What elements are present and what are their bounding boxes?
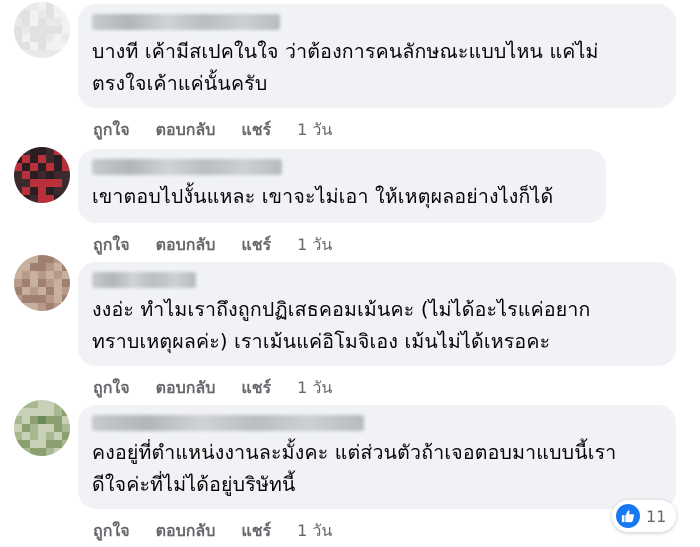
comment-timestamp[interactable]: 1 วัน [297, 118, 332, 143]
commenter-name[interactable] [92, 159, 282, 175]
comment-text: บางที เค้ามีสเปคในใจ ว่าต้องการคนลักษณะแ… [92, 40, 599, 95]
share-button[interactable]: แชร์ [241, 519, 271, 544]
reply-button[interactable]: ตอบกลับ [156, 233, 216, 258]
reply-button[interactable]: ตอบกลับ [156, 376, 216, 401]
like-button[interactable]: ถูกใจ [93, 118, 130, 143]
avatar[interactable] [14, 400, 70, 456]
comment-timestamp[interactable]: 1 วัน [297, 519, 332, 544]
comment-bubble: งงอ่ะ ทำไมเราถึงถูกปฏิเสธคอมเม้นคะ (ไม่ไ… [78, 262, 676, 366]
share-button[interactable]: แชร์ [241, 118, 271, 143]
avatar[interactable] [14, 255, 70, 311]
comment-text: งงอ่ะ ทำไมเราถึงถูกปฏิเสธคอมเม้นคะ (ไม่ไ… [92, 298, 591, 353]
comment-text: เขาตอบไปงั้นแหละ เขาจะไม่เอา ให้เหตุผลอย… [92, 185, 554, 208]
reply-button[interactable]: ตอบกลับ [156, 118, 216, 143]
comment-timestamp[interactable]: 1 วัน [297, 376, 332, 401]
avatar[interactable] [14, 2, 70, 58]
comment-bubble: เขาตอบไปงั้นแหละ เขาจะไม่เอา ให้เหตุผลอย… [78, 149, 606, 223]
thumbs-up-icon [616, 504, 640, 528]
comment-bubble: บางที เค้ามีสเปคในใจ ว่าต้องการคนลักษณะแ… [78, 4, 676, 108]
comment-actions: ถูกใจ ตอบกลับ แชร์ 1 วัน [93, 233, 332, 258]
commenter-name[interactable] [92, 415, 364, 431]
like-button[interactable]: ถูกใจ [93, 233, 130, 258]
share-button[interactable]: แชร์ [241, 233, 271, 258]
share-button[interactable]: แชร์ [241, 376, 271, 401]
avatar[interactable] [14, 147, 70, 203]
reaction-summary[interactable]: 11 [612, 500, 677, 532]
comment-actions: ถูกใจ ตอบกลับ แชร์ 1 วัน [93, 118, 332, 143]
comment-text: คงอยู่ที่ตำแหน่งงานละมั้งคะ แต่ส่วนตัวถ้… [92, 441, 617, 496]
commenter-name[interactable] [92, 272, 196, 288]
comment-actions: ถูกใจ ตอบกลับ แชร์ 1 วัน [93, 376, 332, 401]
like-button[interactable]: ถูกใจ [93, 376, 130, 401]
comment-timestamp[interactable]: 1 วัน [297, 233, 332, 258]
comment-bubble: คงอยู่ที่ตำแหน่งงานละมั้งคะ แต่ส่วนตัวถ้… [78, 405, 676, 509]
reaction-count: 11 [646, 506, 667, 526]
reply-button[interactable]: ตอบกลับ [156, 519, 216, 544]
like-button[interactable]: ถูกใจ [93, 519, 130, 544]
commenter-name[interactable] [92, 14, 280, 30]
comment-actions: ถูกใจ ตอบกลับ แชร์ 1 วัน [93, 519, 332, 544]
